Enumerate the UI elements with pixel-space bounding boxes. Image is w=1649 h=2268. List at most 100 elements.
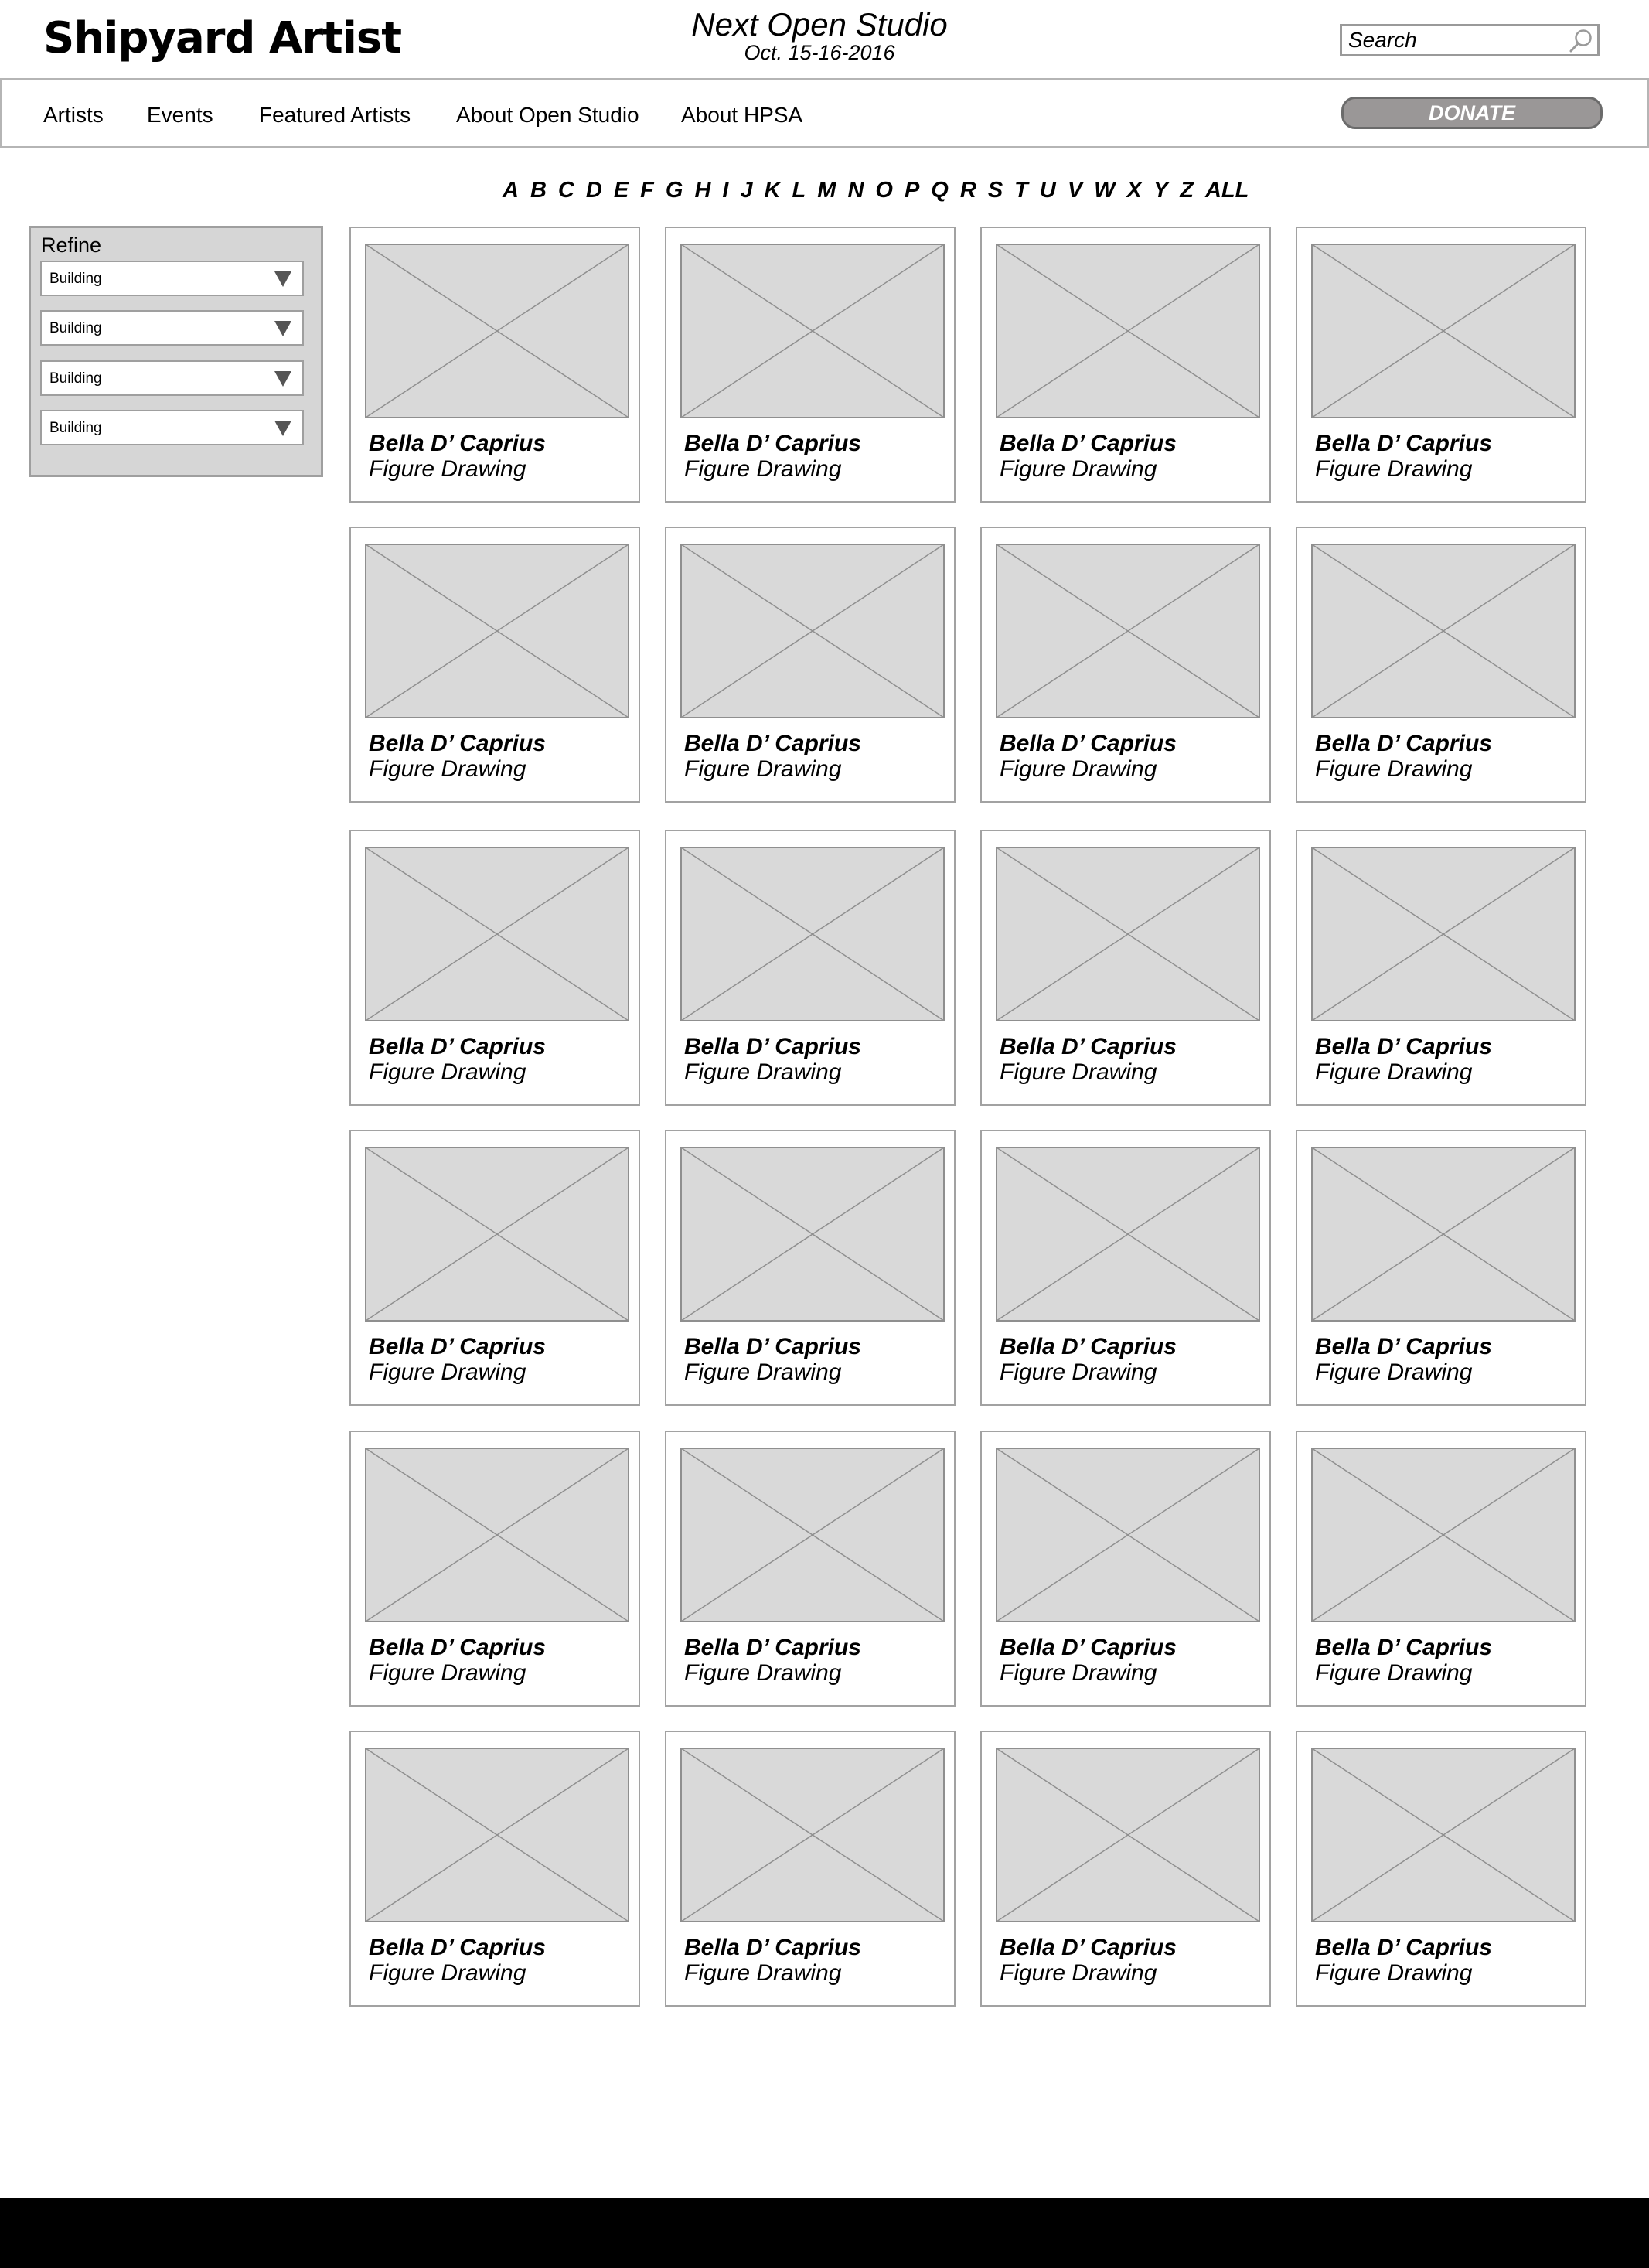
artist-card[interactable]: Bella D’ Caprius Figure Drawing bbox=[1296, 1130, 1586, 1406]
image-placeholder-icon[interactable] bbox=[996, 1147, 1260, 1322]
image-placeholder-icon[interactable] bbox=[1311, 1748, 1576, 1922]
chevron-down-icon[interactable] bbox=[274, 321, 291, 336]
artist-name[interactable]: Bella D’ Caprius bbox=[684, 1334, 861, 1360]
chevron-down-icon[interactable] bbox=[274, 421, 291, 436]
alphabet-letter-v[interactable]: V bbox=[1068, 175, 1082, 206]
artist-card[interactable]: Bella D’ Caprius Figure Drawing bbox=[349, 1130, 640, 1406]
artist-name[interactable]: Bella D’ Caprius bbox=[1315, 1935, 1492, 1961]
alphabet-letter-x[interactable]: X bbox=[1127, 175, 1142, 206]
nav-item-artists[interactable]: Artists bbox=[43, 103, 104, 128]
alphabet-letter-m[interactable]: M bbox=[817, 175, 836, 206]
artist-card[interactable]: Bella D’ Caprius Figure Drawing bbox=[349, 1431, 640, 1707]
chevron-down-icon[interactable] bbox=[274, 371, 291, 387]
artist-name[interactable]: Bella D’ Caprius bbox=[1315, 1635, 1492, 1661]
alphabet-letter-g[interactable]: G bbox=[666, 175, 683, 206]
alphabet-letter-i[interactable]: I bbox=[722, 175, 728, 206]
artist-card[interactable]: Bella D’ Caprius Figure Drawing bbox=[665, 1431, 956, 1707]
building-filter-select[interactable]: Building bbox=[40, 410, 304, 445]
image-placeholder-icon[interactable] bbox=[996, 544, 1260, 718]
image-placeholder-icon[interactable] bbox=[1311, 544, 1576, 718]
image-placeholder-icon[interactable] bbox=[996, 1448, 1260, 1622]
chevron-down-icon[interactable] bbox=[274, 271, 291, 287]
artist-name[interactable]: Bella D’ Caprius bbox=[684, 431, 861, 457]
artist-name[interactable]: Bella D’ Caprius bbox=[684, 1034, 861, 1060]
artist-card[interactable]: Bella D’ Caprius Figure Drawing bbox=[980, 227, 1271, 503]
artist-name[interactable]: Bella D’ Caprius bbox=[1315, 1034, 1492, 1060]
building-filter-select[interactable]: Building bbox=[40, 310, 304, 346]
image-placeholder-icon[interactable] bbox=[996, 847, 1260, 1021]
artist-card[interactable]: Bella D’ Caprius Figure Drawing bbox=[665, 1130, 956, 1406]
image-placeholder-icon[interactable] bbox=[365, 244, 629, 418]
donate-button[interactable]: DONATE bbox=[1341, 97, 1603, 129]
artist-card[interactable]: Bella D’ Caprius Figure Drawing bbox=[349, 830, 640, 1106]
artist-card[interactable]: Bella D’ Caprius Figure Drawing bbox=[980, 1431, 1271, 1707]
artist-card[interactable]: Bella D’ Caprius Figure Drawing bbox=[1296, 1731, 1586, 2007]
building-filter-select[interactable]: Building bbox=[40, 360, 304, 396]
artist-card[interactable]: Bella D’ Caprius Figure Drawing bbox=[349, 1731, 640, 2007]
artist-name[interactable]: Bella D’ Caprius bbox=[684, 1635, 861, 1661]
image-placeholder-icon[interactable] bbox=[365, 847, 629, 1021]
alphabet-letter-j[interactable]: J bbox=[740, 175, 752, 206]
image-placeholder-icon[interactable] bbox=[680, 244, 945, 418]
artist-card[interactable]: Bella D’ Caprius Figure Drawing bbox=[1296, 527, 1586, 803]
alphabet-letter-b[interactable]: B bbox=[530, 175, 547, 206]
alphabet-letter-y[interactable]: Y bbox=[1153, 175, 1168, 206]
artist-name[interactable]: Bella D’ Caprius bbox=[1315, 1334, 1492, 1360]
image-placeholder-icon[interactable] bbox=[365, 1448, 629, 1622]
artist-card[interactable]: Bella D’ Caprius Figure Drawing bbox=[980, 830, 1271, 1106]
artist-card[interactable]: Bella D’ Caprius Figure Drawing bbox=[980, 527, 1271, 803]
image-placeholder-icon[interactable] bbox=[680, 1748, 945, 1922]
image-placeholder-icon[interactable] bbox=[1311, 1448, 1576, 1622]
alphabet-letter-f[interactable]: F bbox=[640, 175, 654, 206]
alphabet-letter-o[interactable]: O bbox=[875, 175, 893, 206]
artist-card[interactable]: Bella D’ Caprius Figure Drawing bbox=[980, 1130, 1271, 1406]
nav-item-about-open-studio[interactable]: About Open Studio bbox=[456, 103, 639, 128]
image-placeholder-icon[interactable] bbox=[680, 1448, 945, 1622]
artist-name[interactable]: Bella D’ Caprius bbox=[369, 731, 546, 757]
artist-name[interactable]: Bella D’ Caprius bbox=[1000, 731, 1177, 757]
artist-name[interactable]: Bella D’ Caprius bbox=[369, 1635, 546, 1661]
image-placeholder-icon[interactable] bbox=[680, 544, 945, 718]
artist-card[interactable]: Bella D’ Caprius Figure Drawing bbox=[665, 227, 956, 503]
alphabet-letter-c[interactable]: C bbox=[558, 175, 574, 206]
artist-name[interactable]: Bella D’ Caprius bbox=[369, 1034, 546, 1060]
image-placeholder-icon[interactable] bbox=[365, 1147, 629, 1322]
artist-name[interactable]: Bella D’ Caprius bbox=[369, 431, 546, 457]
alphabet-letter-r[interactable]: R bbox=[960, 175, 976, 206]
artist-card[interactable]: Bella D’ Caprius Figure Drawing bbox=[349, 527, 640, 803]
artist-card[interactable]: Bella D’ Caprius Figure Drawing bbox=[1296, 1431, 1586, 1707]
alphabet-letter-all[interactable]: ALL bbox=[1205, 175, 1249, 206]
image-placeholder-icon[interactable] bbox=[1311, 1147, 1576, 1322]
image-placeholder-icon[interactable] bbox=[1311, 847, 1576, 1021]
artist-name[interactable]: Bella D’ Caprius bbox=[684, 731, 861, 757]
alphabet-letter-t[interactable]: T bbox=[1014, 175, 1028, 206]
artist-name[interactable]: Bella D’ Caprius bbox=[1000, 1334, 1177, 1360]
alphabet-letter-l[interactable]: L bbox=[792, 175, 806, 206]
artist-card[interactable]: Bella D’ Caprius Figure Drawing bbox=[665, 527, 956, 803]
alphabet-letter-q[interactable]: Q bbox=[931, 175, 949, 206]
artist-name[interactable]: Bella D’ Caprius bbox=[1315, 431, 1492, 457]
alphabet-letter-e[interactable]: E bbox=[614, 175, 629, 206]
artist-card[interactable]: Bella D’ Caprius Figure Drawing bbox=[980, 1731, 1271, 2007]
nav-item-featured-artists[interactable]: Featured Artists bbox=[259, 103, 411, 128]
artist-name[interactable]: Bella D’ Caprius bbox=[369, 1935, 546, 1961]
image-placeholder-icon[interactable] bbox=[365, 1748, 629, 1922]
search-input[interactable] bbox=[1342, 26, 1551, 54]
artist-card[interactable]: Bella D’ Caprius Figure Drawing bbox=[1296, 830, 1586, 1106]
artist-card[interactable]: Bella D’ Caprius Figure Drawing bbox=[1296, 227, 1586, 503]
alphabet-letter-z[interactable]: Z bbox=[1180, 175, 1194, 206]
artist-name[interactable]: Bella D’ Caprius bbox=[1000, 431, 1177, 457]
building-filter-select[interactable]: Building bbox=[40, 261, 304, 296]
alphabet-letter-d[interactable]: D bbox=[586, 175, 602, 206]
alphabet-letter-w[interactable]: W bbox=[1094, 175, 1115, 206]
image-placeholder-icon[interactable] bbox=[996, 1748, 1260, 1922]
alphabet-letter-n[interactable]: N bbox=[847, 175, 864, 206]
nav-item-events[interactable]: Events bbox=[147, 103, 213, 128]
artist-card[interactable]: Bella D’ Caprius Figure Drawing bbox=[665, 1731, 956, 2007]
alphabet-letter-k[interactable]: K bbox=[765, 175, 781, 206]
artist-name[interactable]: Bella D’ Caprius bbox=[684, 1935, 861, 1961]
alphabet-letter-s[interactable]: S bbox=[988, 175, 1003, 206]
artist-name[interactable]: Bella D’ Caprius bbox=[369, 1334, 546, 1360]
image-placeholder-icon[interactable] bbox=[365, 544, 629, 718]
alphabet-letter-h[interactable]: H bbox=[694, 175, 710, 206]
